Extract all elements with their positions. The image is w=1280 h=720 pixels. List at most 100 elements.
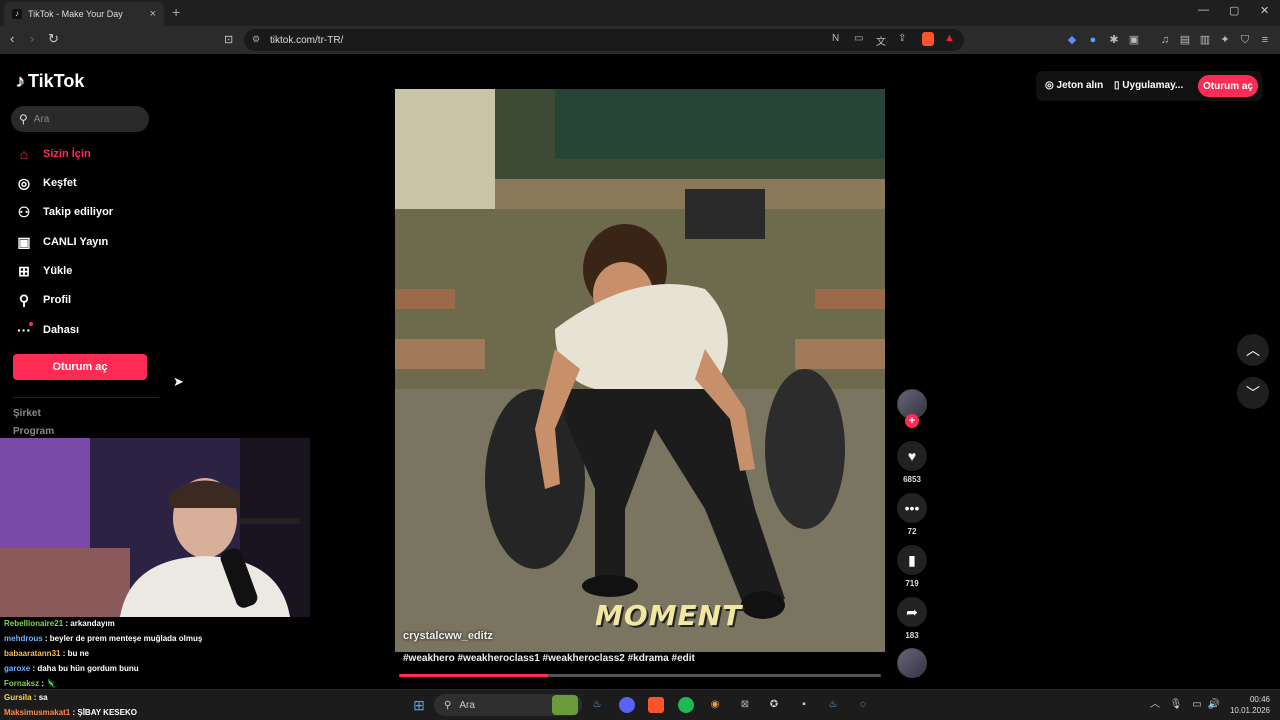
minimize-icon[interactable]: — bbox=[1198, 4, 1209, 16]
search-highlight-icon bbox=[552, 695, 578, 715]
music-icon[interactable]: ♫ bbox=[1159, 34, 1171, 46]
share-arrow-icon[interactable]: ➦ bbox=[897, 597, 927, 627]
save-count: 719 bbox=[905, 579, 919, 588]
extension-icon[interactable]: ◆ bbox=[1066, 34, 1078, 46]
forward-icon[interactable]: › bbox=[30, 31, 34, 46]
coin-icon: ◎ bbox=[1045, 80, 1057, 91]
sidebar-item-for-you[interactable]: ⌂ Sizin İçin bbox=[15, 145, 91, 163]
like-action[interactable]: ♥ 6853 bbox=[897, 441, 927, 484]
comment-icon[interactable]: ••• bbox=[897, 493, 927, 523]
heart-icon[interactable]: ♥ bbox=[897, 441, 927, 471]
browser-tab-bar: ♪ TikTok - Make Your Day × + — ▢ ✕ bbox=[0, 0, 1280, 26]
network-icon[interactable]: ▭ bbox=[1189, 697, 1205, 713]
follow-plus-icon[interactable]: + bbox=[905, 414, 919, 428]
bookmark-icon[interactable]: ▮ bbox=[897, 545, 927, 575]
microphone-icon[interactable]: 🎙 bbox=[1168, 697, 1184, 713]
webcam-overlay bbox=[0, 438, 310, 617]
sidebar-item-upload[interactable]: ⊞ Yükle bbox=[15, 262, 72, 280]
notification-dot bbox=[29, 322, 33, 326]
search-icon: ⚲ bbox=[19, 112, 28, 126]
reload-icon[interactable]: ↻ bbox=[48, 31, 59, 47]
sidebar-item-explore[interactable]: ◎ Keşfet bbox=[15, 174, 77, 192]
app-icon[interactable]: ◌ bbox=[855, 697, 871, 713]
footer-link-company[interactable]: Şirket bbox=[13, 408, 41, 419]
menu-icon[interactable]: ≡ bbox=[1259, 34, 1271, 46]
browser-toolbar: ‹ › ↻ ⊡ ⚙ tiktok.com/tr-TR/ N ▭ 文 ⇪ ▲ ◆ … bbox=[0, 26, 1280, 54]
previous-video-button[interactable]: ︿ bbox=[1237, 334, 1269, 366]
cast-icon[interactable]: ▭ bbox=[854, 33, 863, 44]
sidebar-item-profile[interactable]: ⚲ Profil bbox=[15, 291, 71, 309]
brave-browser-icon[interactable] bbox=[648, 697, 664, 713]
live-icon: ▣ bbox=[17, 233, 31, 250]
share-icon[interactable]: ⇪ bbox=[898, 33, 906, 44]
clock-date: 10.01.2026 bbox=[1229, 706, 1270, 715]
video-player[interactable]: crystalcww_editz MOMENT bbox=[395, 89, 885, 652]
steam-icon[interactable]: ♨ bbox=[825, 697, 841, 713]
comment-action[interactable]: ••• 72 bbox=[897, 493, 927, 536]
spotify-icon[interactable] bbox=[678, 697, 694, 713]
taskbar-search-input[interactable]: ⚲ Ara bbox=[434, 694, 582, 716]
close-tab-icon[interactable]: × bbox=[150, 8, 156, 20]
chevron-down-icon: ﹀ bbox=[1246, 385, 1260, 401]
app-icon[interactable]: ▪ bbox=[796, 697, 812, 713]
next-video-button[interactable]: ﹀ bbox=[1237, 377, 1269, 409]
wallet-icon[interactable]: ▥ bbox=[1199, 34, 1211, 46]
maximize-icon[interactable]: ▢ bbox=[1229, 4, 1239, 17]
app-icon[interactable]: ✪ bbox=[766, 697, 782, 713]
login-button[interactable]: Oturum aç bbox=[13, 354, 147, 380]
sidebar-icon[interactable]: ▤ bbox=[1179, 34, 1191, 46]
volume-icon[interactable]: 🔊 bbox=[1206, 697, 1222, 713]
extensions-puzzle-icon[interactable]: ✱ bbox=[1108, 34, 1120, 46]
windows-start-icon[interactable]: ⊞ bbox=[411, 697, 427, 713]
new-tab-button[interactable]: + bbox=[172, 4, 180, 20]
upload-icon: ⊞ bbox=[18, 262, 30, 279]
brave-shield-icon[interactable] bbox=[922, 32, 934, 46]
search-placeholder: Ara bbox=[33, 113, 50, 125]
extension-icon[interactable]: ● bbox=[1087, 34, 1099, 46]
like-count: 6853 bbox=[903, 475, 921, 484]
footer-link-program[interactable]: Program bbox=[13, 426, 54, 437]
site-info-icon[interactable]: ⚙ bbox=[252, 34, 260, 45]
system-clock[interactable]: 00:46 10.01.2026 bbox=[1226, 694, 1270, 716]
back-icon[interactable]: ‹ bbox=[10, 31, 14, 46]
leo-ai-icon[interactable]: ✦ bbox=[1219, 34, 1231, 46]
tray-chevron-icon[interactable]: ︿ bbox=[1147, 697, 1163, 713]
save-action[interactable]: ▮ 719 bbox=[897, 545, 927, 588]
video-username[interactable]: crystalcww_editz bbox=[403, 630, 493, 642]
discord-icon[interactable] bbox=[619, 697, 635, 713]
music-disc-avatar[interactable] bbox=[897, 648, 927, 678]
app-icon[interactable]: ⊠ bbox=[737, 697, 753, 713]
sidebar-item-following[interactable]: ⚇ Takip ediliyor bbox=[15, 203, 113, 221]
following-icon: ⚇ bbox=[17, 203, 31, 220]
app-icon[interactable]: ◉ bbox=[707, 697, 723, 713]
clock-time: 00:46 bbox=[1249, 695, 1270, 704]
reader-icon[interactable]: N bbox=[832, 33, 839, 44]
url-text: tiktok.com/tr-TR/ bbox=[270, 34, 344, 46]
mouse-cursor-icon: ➤ bbox=[173, 374, 184, 389]
share-action[interactable]: ➦ 183 bbox=[897, 597, 927, 640]
screenshot-icon[interactable]: ▣ bbox=[1128, 34, 1140, 46]
stream-chat: Rebellionaire21 : arkandayım mehdrous : … bbox=[0, 617, 310, 689]
chat-message: babaaratann31 : bu ne bbox=[4, 649, 89, 658]
get-app-button[interactable]: ▯ Uygulamay... bbox=[1114, 80, 1183, 91]
search-input[interactable]: ⚲ Ara bbox=[11, 106, 149, 132]
chat-message: Gursila : sa bbox=[4, 693, 48, 702]
translate-icon[interactable]: 文 bbox=[876, 33, 886, 48]
steam-icon[interactable]: ♨ bbox=[589, 697, 605, 713]
video-progress-bar[interactable] bbox=[399, 674, 881, 677]
brave-rewards-icon[interactable]: ▲ bbox=[944, 32, 955, 44]
get-coins-button[interactable]: ◎ Jeton alın bbox=[1045, 80, 1103, 91]
close-window-icon[interactable]: ✕ bbox=[1260, 4, 1269, 17]
header-actions: ◎ Jeton alın ▯ Uygulamay... Oturum aç bbox=[1036, 71, 1262, 101]
bookmark-icon[interactable]: ⊡ bbox=[224, 33, 233, 46]
sidebar-item-more[interactable]: ··· Dahası bbox=[15, 321, 79, 339]
address-bar[interactable]: ⚙ tiktok.com/tr-TR/ N ▭ 文 ⇪ ▲ bbox=[244, 29, 964, 51]
header-login-button[interactable]: Oturum aç bbox=[1198, 75, 1258, 97]
video-frame bbox=[395, 89, 885, 652]
video-hashtags[interactable]: #weakhero #weakheroclass1 #weakheroclass… bbox=[403, 653, 695, 664]
sidebar-item-live[interactable]: ▣ CANLI Yayın bbox=[15, 233, 108, 251]
browser-tab[interactable]: ♪ TikTok - Make Your Day × bbox=[4, 2, 164, 26]
tiktok-note-icon: ♪ bbox=[16, 71, 25, 91]
tiktok-logo[interactable]: ♪ TikTok bbox=[16, 71, 84, 92]
vpn-icon[interactable]: ⛉ bbox=[1239, 34, 1251, 46]
